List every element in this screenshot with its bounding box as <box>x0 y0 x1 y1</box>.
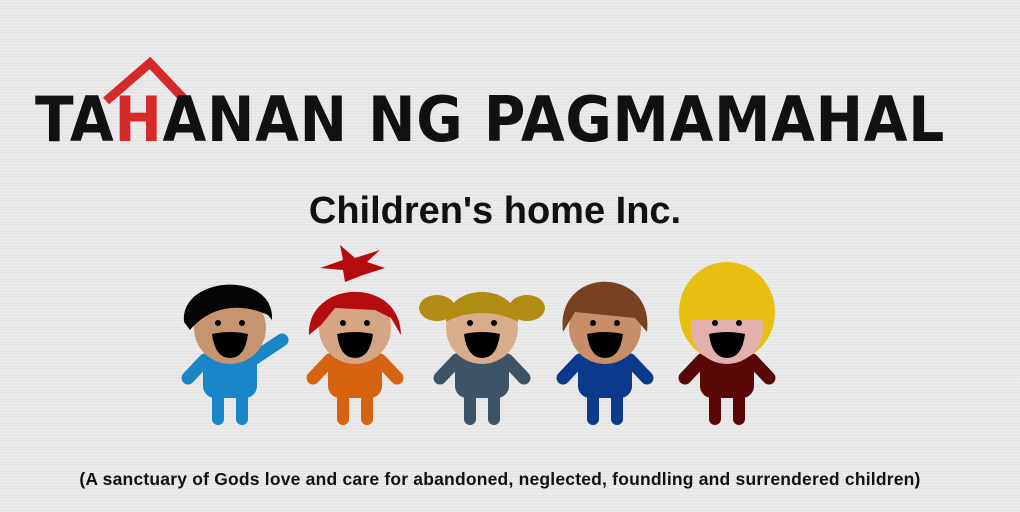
child-eye <box>590 320 596 326</box>
child-arm <box>556 353 587 385</box>
child-eye <box>215 320 221 326</box>
child-figure <box>181 284 289 425</box>
child-hair <box>320 245 385 282</box>
children-illustration <box>181 245 776 425</box>
child-arm <box>306 353 337 385</box>
child-arm <box>678 353 709 385</box>
child-figure <box>306 245 404 425</box>
tagline: (A sanctuary of Gods love and care for a… <box>79 469 921 489</box>
child-arm <box>373 353 404 385</box>
child-eye <box>364 320 370 326</box>
child-eye <box>467 320 473 326</box>
child-eye <box>736 320 742 326</box>
child-figure <box>678 262 776 425</box>
child-eye <box>491 320 497 326</box>
child-arm <box>181 353 212 385</box>
child-arm <box>500 353 531 385</box>
child-figure <box>556 281 654 425</box>
child-eye <box>340 320 346 326</box>
child-arm <box>745 353 776 385</box>
child-arm <box>433 353 464 385</box>
child-eye <box>614 320 620 326</box>
child-figure <box>419 292 545 425</box>
child-arm <box>623 353 654 385</box>
child-eye <box>239 320 245 326</box>
child-eye <box>712 320 718 326</box>
